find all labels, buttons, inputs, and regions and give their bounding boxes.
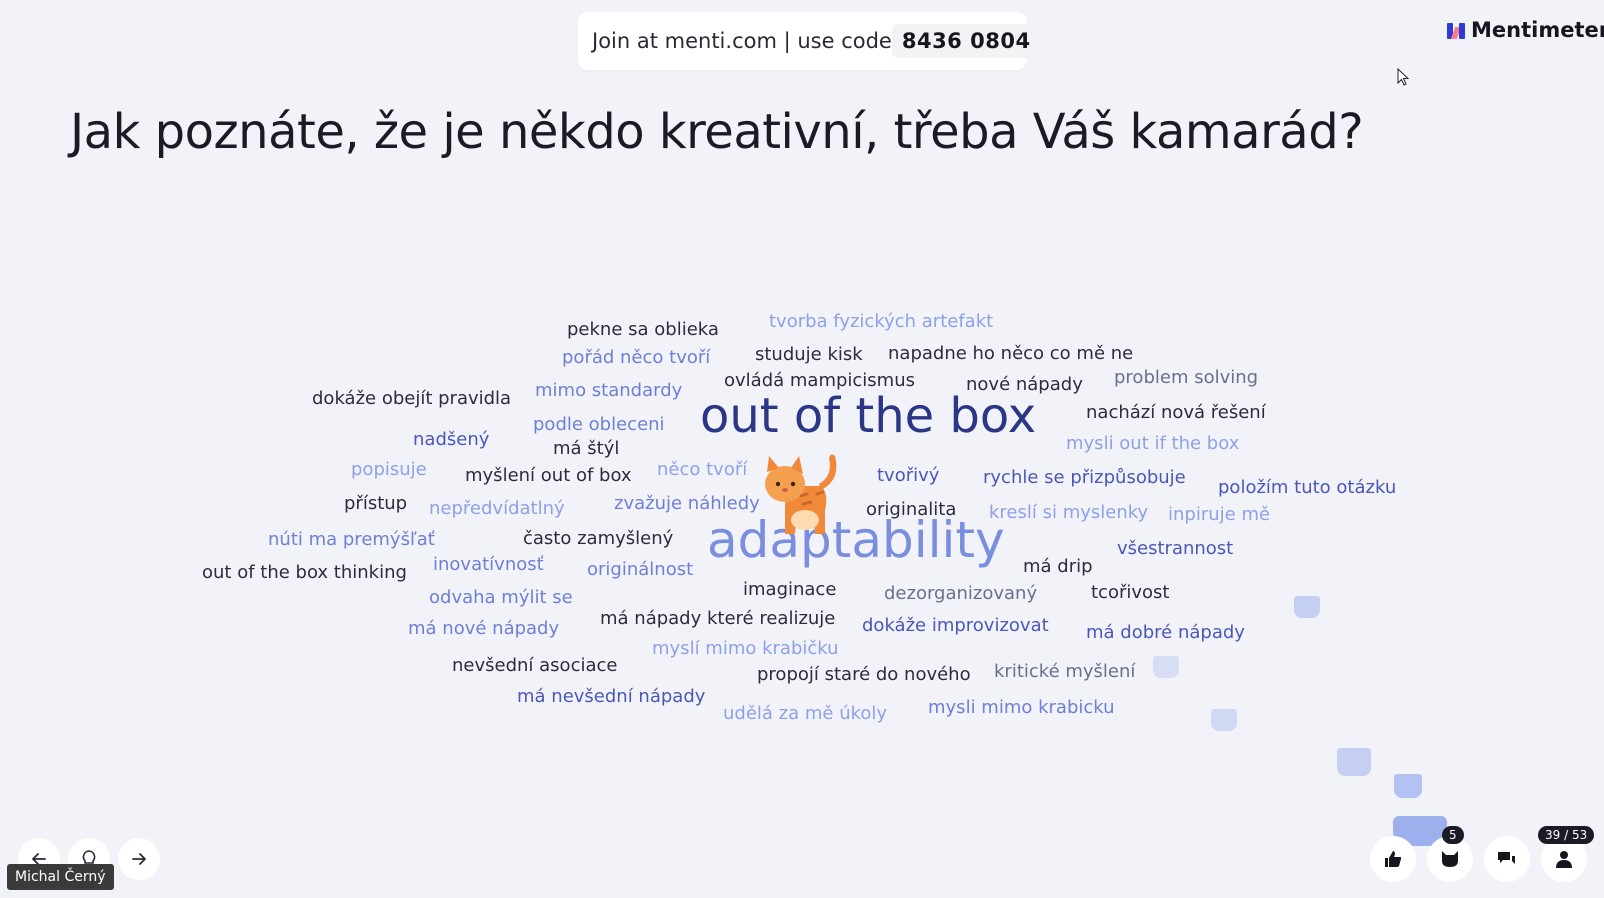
cloud-word: out of the box thinking [202, 562, 407, 583]
cloud-word: dokáže improvizovat [862, 615, 1049, 636]
cloud-word: núti ma premýšľať [268, 529, 435, 550]
cloud-word: dokáže obejít pravidla [312, 388, 512, 409]
reactions-count-badge: 5 [1442, 826, 1464, 844]
cloud-word: něco tvoří [657, 459, 748, 480]
cloud-word: pekne sa oblieka [567, 319, 719, 340]
cloud-word: nepředvídatlný [429, 498, 565, 519]
cloud-word: problem solving [1114, 367, 1259, 388]
cloud-word: má nové nápady [408, 618, 560, 639]
cloud-word: dezorganizovaný [884, 583, 1038, 604]
floating-cat-icon [1394, 774, 1422, 798]
thumbs-up-icon [1385, 851, 1402, 867]
cloud-word: všestrannost [1117, 538, 1234, 559]
floating-cat-icon [1337, 748, 1371, 776]
next-slide-button[interactable] [118, 838, 160, 880]
cloud-word: má nápady které realizuje [600, 608, 836, 629]
arrow-right-icon [132, 853, 146, 865]
cloud-word: inpiruje mě [1168, 504, 1271, 525]
cloud-word: tcořivost [1091, 582, 1170, 603]
floating-cat-icon [1153, 656, 1179, 678]
cloud-word: tvořivý [877, 465, 940, 486]
cloud-word-largest: out of the box [700, 388, 1037, 444]
cloud-word: rychle se přizpůsobuje [983, 467, 1186, 488]
floating-cat-icon [1211, 709, 1237, 731]
cloud-word: má štýl [553, 438, 620, 459]
cloud-word: má drip [1023, 556, 1093, 577]
cloud-word: popisuje [351, 459, 427, 480]
cloud-word: podle obleceni [533, 414, 665, 435]
cat-icon [1442, 851, 1458, 867]
cloud-word: nevšední asociace [452, 655, 618, 676]
cloud-word: myšlení out of box [465, 465, 632, 486]
chat-bubbles-icon [1498, 852, 1515, 864]
floating-cat-icon [1294, 596, 1320, 618]
cloud-word: kritické myšlení [994, 661, 1136, 682]
cloud-word: kreslí si myslenky [989, 502, 1149, 523]
cloud-word: často zamyšlený [523, 528, 674, 549]
cloud-word: propojí staré do nového [757, 664, 971, 685]
cloud-word: imaginace [743, 579, 837, 600]
cloud-word: napadne ho něco co mě ne [888, 343, 1134, 364]
presentation-stage: Join at menti.com | use code 8436 0804 M… [0, 0, 1604, 898]
cat-reaction-icon [765, 454, 837, 534]
cloud-word: myslí mimo krabičku [652, 638, 839, 659]
cloud-word: přístup [344, 493, 408, 514]
cloud-word: pořád něco tvoří [562, 347, 711, 368]
cloud-word: nachází nová řešení [1086, 402, 1266, 423]
cloud-word: inovatívnosť [433, 554, 544, 575]
presenter-name-tag: Michal Černý [7, 864, 114, 890]
cloud-word: má nevšední nápady [517, 686, 706, 707]
cloud-word: originálnost [587, 559, 694, 580]
cloud-word: udělá za mě úkoly [723, 703, 888, 724]
like-reaction-button[interactable] [1370, 836, 1416, 882]
cloud-word: položím tuto otázku [1218, 477, 1397, 498]
cloud-word: mysli out if the box [1066, 433, 1240, 454]
cloud-word: tvorba fyzických artefakt [769, 311, 994, 332]
person-icon [1556, 851, 1572, 868]
cloud-word: mysli mimo krabicku [928, 697, 1115, 718]
cloud-word: nadšený [413, 429, 490, 450]
cloud-word: má dobré nápady [1086, 622, 1245, 643]
cloud-word: mimo standardy [535, 380, 683, 401]
participants-count-badge: 39 / 53 [1538, 826, 1595, 844]
cloud-word: studuje kisk [755, 344, 863, 365]
comments-button[interactable] [1484, 836, 1530, 882]
cloud-word-large: adaptability [707, 511, 1005, 569]
cloud-word: odvaha mýlit se [429, 587, 573, 608]
